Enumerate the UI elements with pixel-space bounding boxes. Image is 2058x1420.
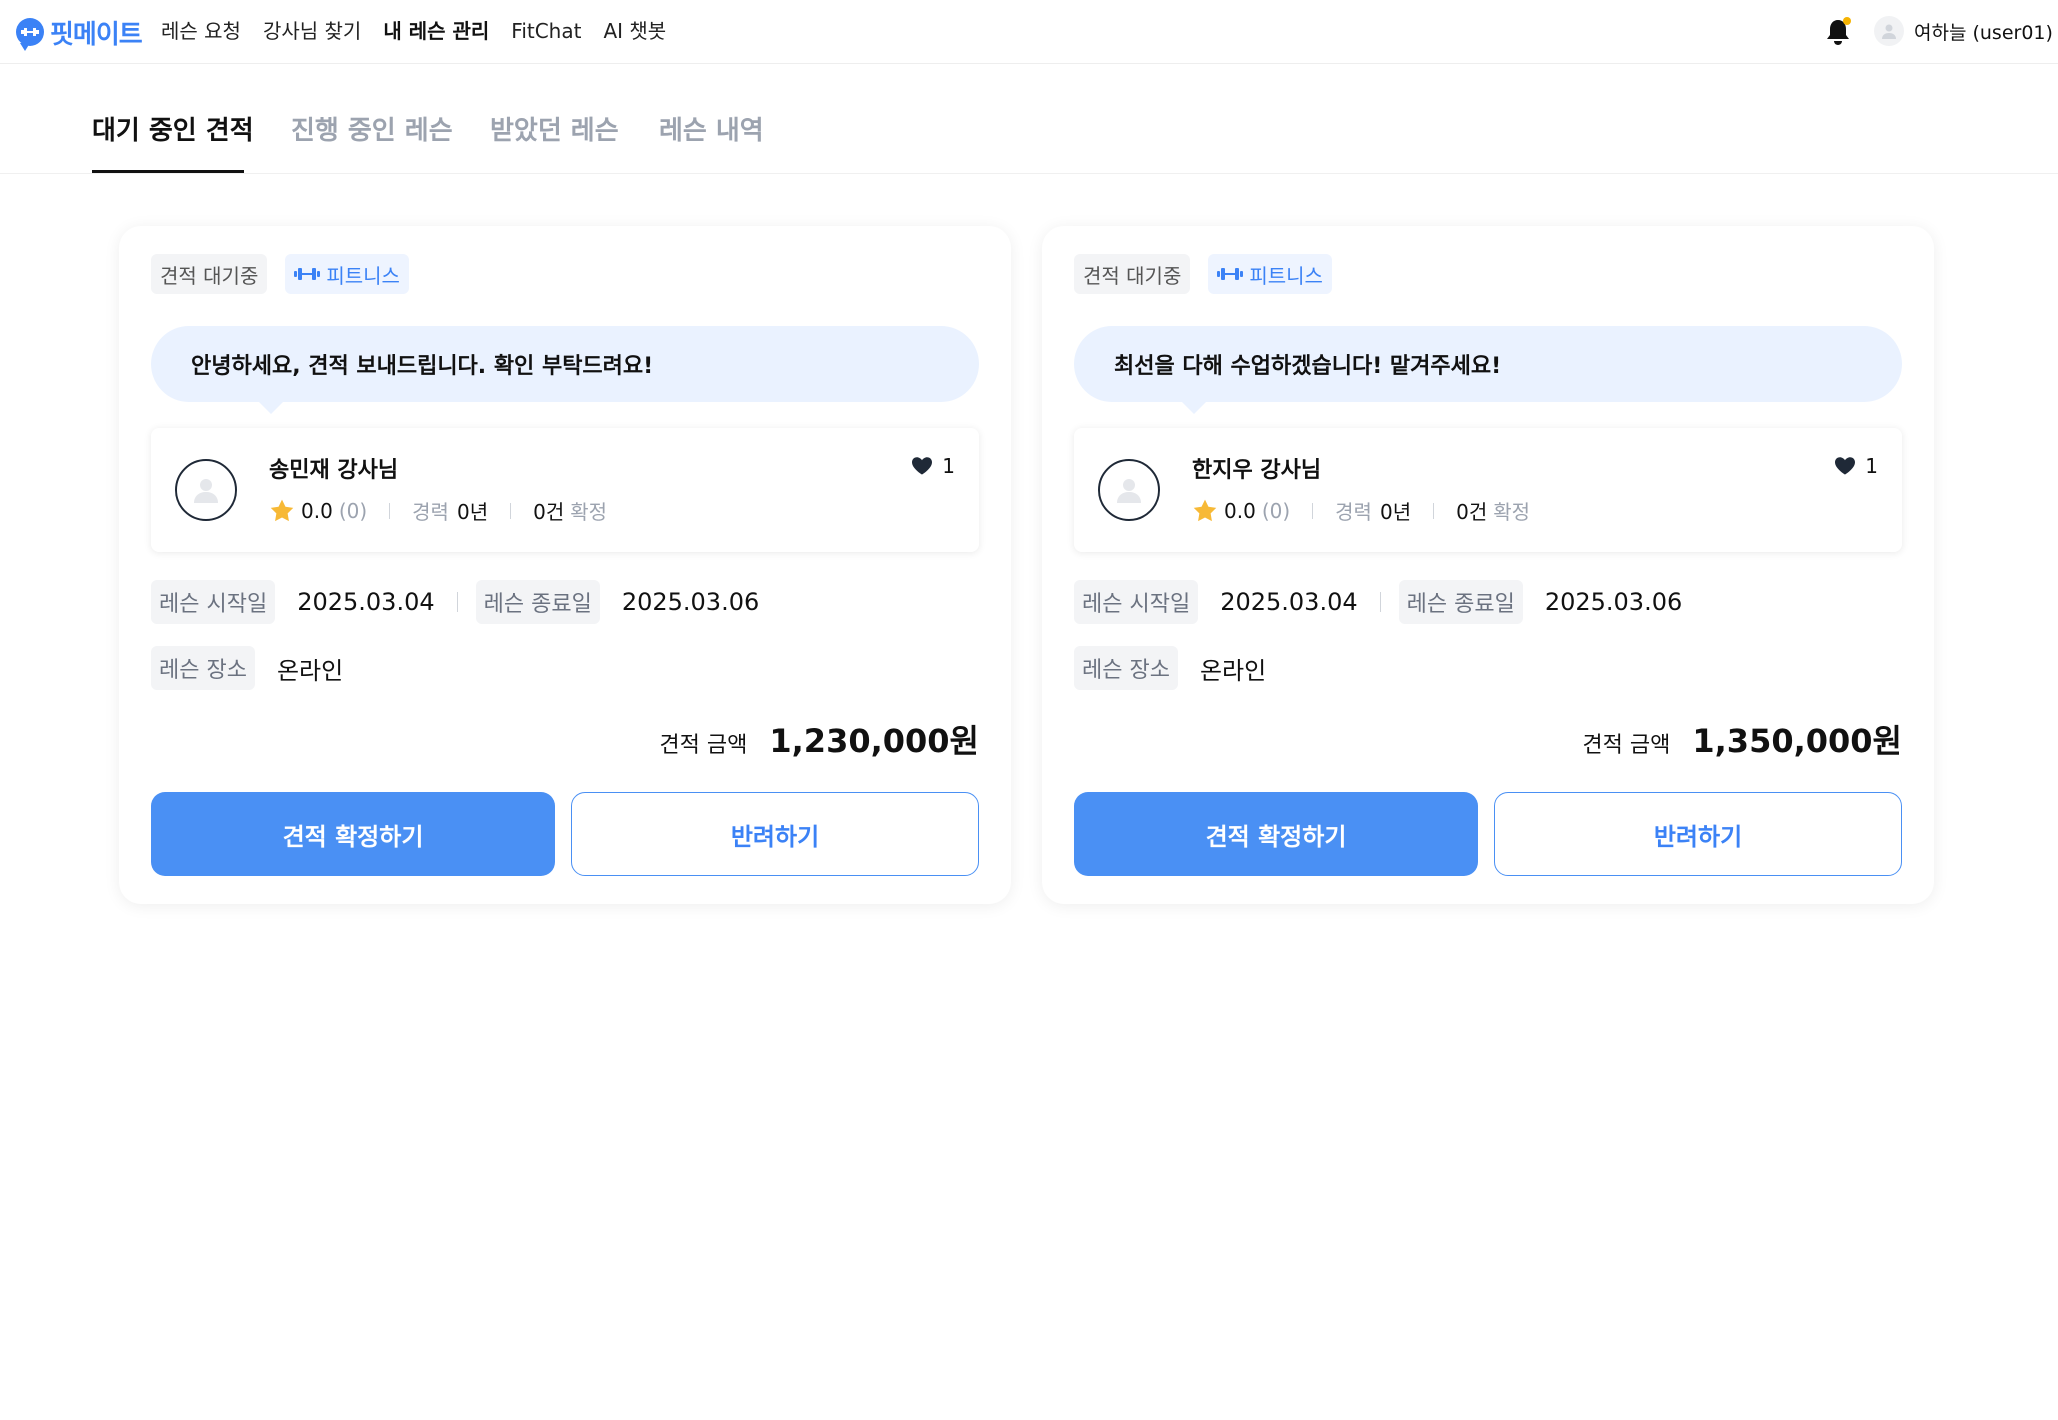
confirmed-count: 0건 [533,500,565,524]
instructor-avatar-icon [1098,459,1160,521]
instructor-stats: 0.0 (0) 경력 0년 0건 확정 [1192,496,1530,525]
tab-pending-quotes[interactable]: 대기 중인 견적 [92,110,254,147]
price-value: 1,230,000원 [769,722,979,760]
instructor-profile[interactable]: 송민재 강사님 1 0.0 (0) 경력 0년 0건 확정 [151,428,979,552]
lesson-dates: 레슨 시작일 2025.03.04 레슨 종료일 2025.03.06 [151,580,759,624]
nav-find-instructor[interactable]: 강사님 찾기 [263,14,361,48]
user-name: 여하늘 (user01) [1914,21,2053,44]
instructor-message: 최선을 다해 수업하겠습니다! 맡겨주세요! [1074,326,1902,402]
divider [510,502,512,519]
divider [389,502,391,519]
confirmed-label: 확정 [570,500,608,524]
start-date-label: 레슨 시작일 [151,580,276,624]
instructor-message: 안녕하세요, 견적 보내드립니다. 확인 부탁드려요! [151,326,979,402]
end-date-value: 2025.03.06 [621,588,760,616]
location-value: 온라인 [276,656,344,685]
location-label: 레슨 장소 [1074,646,1178,690]
experience-value: 0년 [456,500,489,524]
experience-label: 경력 [1335,500,1372,524]
location-label: 레슨 장소 [151,646,255,690]
nav-ai-chatbot[interactable]: AI 챗봇 [603,14,666,48]
quote-price: 견적 금액 1,350,000원 [1582,716,1902,762]
price-value: 1,350,000원 [1692,722,1902,760]
top-navbar: 핏메이트 레슨 요청 강사님 찾기 내 레슨 관리 FitChat AI 챗봇 … [0,0,2058,64]
category-badge: 피트니스 [285,254,409,294]
instructor-stats: 0.0 (0) 경력 0년 0건 확정 [269,496,607,525]
end-date-value: 2025.03.06 [1544,588,1683,616]
instructor-avatar-icon [175,459,237,521]
confirmed-label: 확정 [1493,500,1531,524]
start-date-label: 레슨 시작일 [1074,580,1199,624]
star-icon [1193,499,1217,521]
start-date-value: 2025.03.04 [297,588,435,616]
tab-lesson-history[interactable]: 레슨 내역 [659,110,764,147]
rating-value: 0.0 [1224,498,1256,523]
status-badge: 견적 대기중 [151,254,268,294]
main-nav: 레슨 요청 강사님 찾기 내 레슨 관리 FitChat AI 챗봇 [161,14,666,48]
like-button[interactable]: 1 [912,454,955,478]
price-label: 견적 금액 [1582,733,1671,758]
confirm-quote-button[interactable]: 견적 확정하기 [1074,792,1478,876]
price-label: 견적 금액 [659,733,748,758]
category-label: 피트니스 [326,263,400,288]
lesson-dates: 레슨 시작일 2025.03.04 레슨 종료일 2025.03.06 [1074,580,1682,624]
like-count: 1 [942,454,955,478]
start-date-value: 2025.03.04 [1220,588,1358,616]
location-value: 온라인 [1199,656,1267,685]
divider [1312,502,1314,519]
logo-text: 핏메이트 [50,19,143,50]
divider [456,592,458,612]
user-menu[interactable]: 여하늘 (user01) [1874,16,2053,46]
confirm-quote-button[interactable]: 견적 확정하기 [151,792,555,876]
review-count: (0) [338,498,368,523]
end-date-label: 레슨 종료일 [1398,580,1523,624]
lesson-location: 레슨 장소 온라인 [1074,646,1266,690]
nav-fitchat[interactable]: FitChat [511,14,581,48]
logo[interactable]: 핏메이트 [16,16,143,51]
reject-quote-button[interactable]: 반려하기 [571,792,979,876]
reject-quote-button[interactable]: 반려하기 [1494,792,1902,876]
quote-card: 견적 대기중 피트니스 최선을 다해 수업하겠습니다! 맡겨주세요! 한지우 강… [1042,226,1934,904]
notification-bell-icon[interactable] [1824,17,1852,47]
divider [1379,592,1381,612]
tab-ongoing-lessons[interactable]: 진행 중인 레슨 [291,110,453,147]
heart-icon [1835,457,1856,475]
quote-price: 견적 금액 1,230,000원 [659,716,979,762]
confirmed-count: 0건 [1456,500,1488,524]
end-date-label: 레슨 종료일 [475,580,600,624]
notification-dot [1843,17,1851,25]
experience-label: 경력 [412,500,449,524]
lesson-tabs: 대기 중인 견적 진행 중인 레슨 받았던 레슨 레슨 내역 [0,64,2058,174]
lesson-location: 레슨 장소 온라인 [151,646,343,690]
instructor-name: 한지우 강사님 [1192,458,1322,483]
active-tab-indicator [92,170,244,173]
category-label: 피트니스 [1249,263,1323,288]
experience-value: 0년 [1379,500,1412,524]
tab-received-lessons[interactable]: 받았던 레슨 [490,110,619,147]
dumbbell-icon [1217,268,1244,280]
nav-lesson-request[interactable]: 레슨 요청 [161,14,241,48]
logo-mark-icon [16,18,44,51]
message-bubble-tail [1182,402,1206,414]
user-avatar-icon [1874,16,1904,46]
message-bubble-tail [259,402,283,414]
instructor-profile[interactable]: 한지우 강사님 1 0.0 (0) 경력 0년 0건 확정 [1074,428,1902,552]
heart-icon [912,457,933,475]
category-badge: 피트니스 [1208,254,1332,294]
nav-my-lessons[interactable]: 내 레슨 관리 [383,14,489,48]
like-count: 1 [1865,454,1878,478]
review-count: (0) [1261,498,1291,523]
status-badge: 견적 대기중 [1074,254,1191,294]
instructor-name: 송민재 강사님 [269,458,399,483]
divider [1433,502,1435,519]
dumbbell-icon [294,268,321,280]
quote-card: 견적 대기중 피트니스 안녕하세요, 견적 보내드립니다. 확인 부탁드려요! … [119,226,1011,904]
rating-value: 0.0 [301,498,333,523]
star-icon [270,499,294,521]
like-button[interactable]: 1 [1835,454,1878,478]
